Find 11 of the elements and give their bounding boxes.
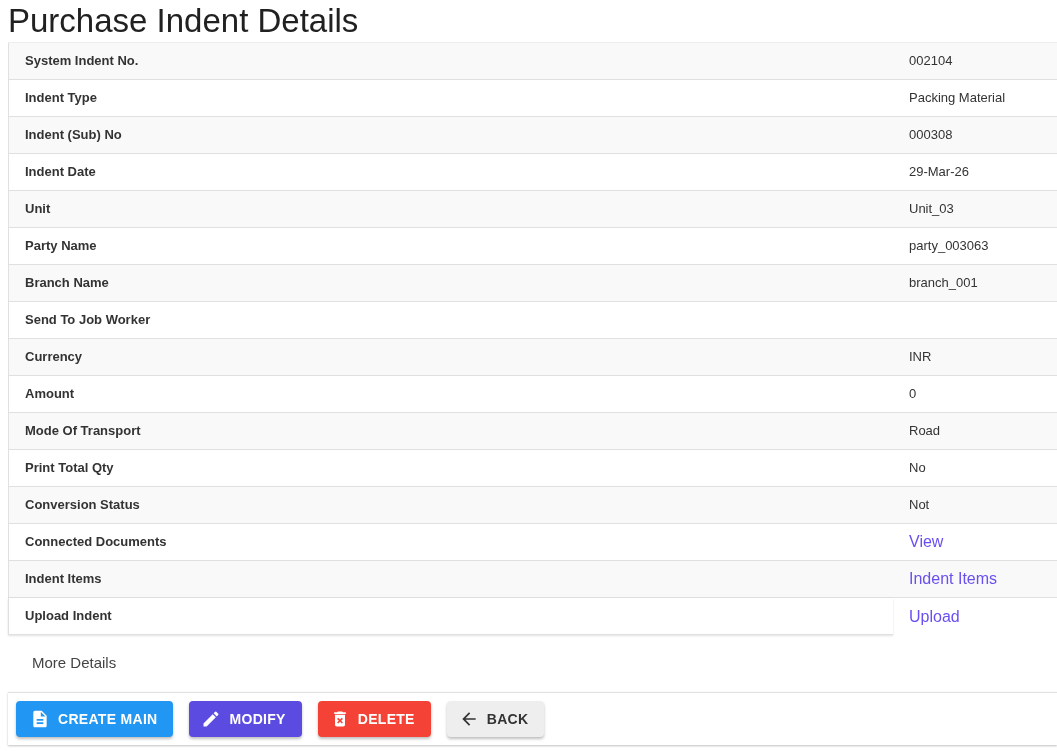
create-main-button[interactable]: CREATE MAIN xyxy=(16,701,174,737)
value-link[interactable]: Indent Items xyxy=(909,567,998,591)
value-link[interactable]: Upload xyxy=(909,604,960,629)
delete-button[interactable]: DELETE xyxy=(317,701,431,737)
page-title: Purchase Indent Details xyxy=(7,1,360,41)
more-details-link[interactable]: More Details xyxy=(32,652,117,675)
modify-button[interactable]: MODIFY xyxy=(189,701,302,737)
document-icon xyxy=(30,709,50,729)
field-label: Upload Indent xyxy=(8,598,893,635)
back-button[interactable]: BACK xyxy=(446,701,545,737)
value-link[interactable]: View xyxy=(909,530,944,554)
